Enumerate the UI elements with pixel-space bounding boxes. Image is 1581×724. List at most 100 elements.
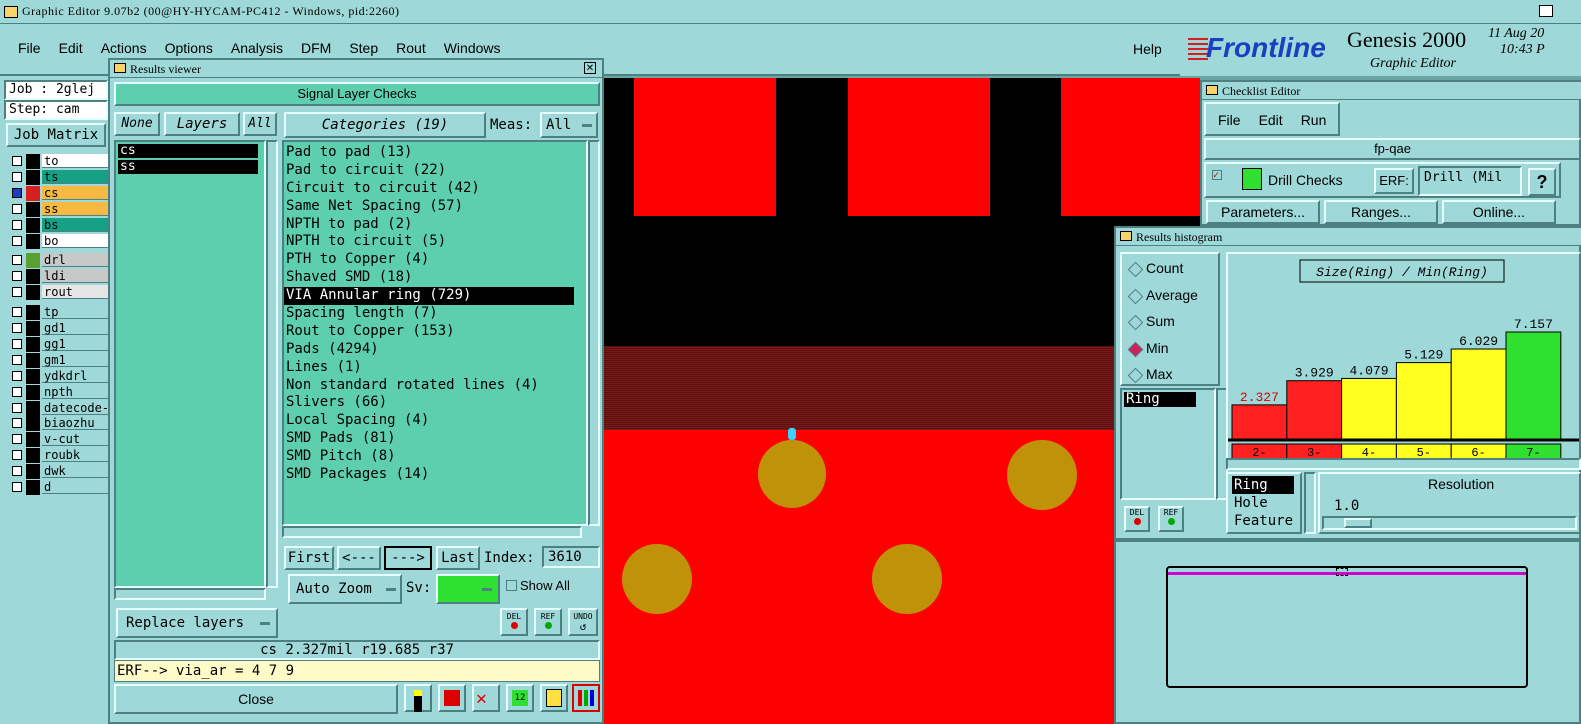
layer-checkbox[interactable]: [12, 450, 22, 461]
hist-del-button[interactable]: DEL: [1124, 506, 1150, 532]
layer-row[interactable]: gm1: [6, 352, 108, 368]
checklist-button-0[interactable]: Parameters...: [1206, 200, 1320, 224]
layer-checkbox[interactable]: [12, 219, 22, 230]
layer-checkbox[interactable]: [12, 354, 22, 365]
layer-row[interactable]: bs: [6, 217, 108, 233]
category-item[interactable]: Pad to pad (13): [284, 144, 586, 162]
replace-layers-select[interactable]: Replace layers: [116, 608, 278, 638]
layer-row[interactable]: datecode-: [6, 400, 109, 416]
category-item[interactable]: Spacing length (7): [284, 305, 586, 323]
histogram-bar[interactable]: [1395, 362, 1452, 441]
job-matrix-button[interactable]: Job Matrix: [6, 123, 106, 147]
layer-checkbox[interactable]: [12, 482, 22, 492]
window-control[interactable]: [1539, 5, 1553, 17]
histogram-hscroll[interactable]: [1226, 458, 1581, 470]
del-button[interactable]: DEL: [500, 608, 528, 636]
layer-row[interactable]: to: [6, 154, 108, 169]
category-hscroll[interactable]: [282, 526, 582, 538]
histogram-tool-icon[interactable]: [572, 684, 600, 712]
graphics-canvas[interactable]: [604, 78, 1200, 724]
layer-checkbox[interactable]: [12, 271, 22, 282]
category-item[interactable]: Same Net Spacing (57): [284, 198, 586, 216]
report-tool-icon[interactable]: [540, 684, 568, 712]
category-item[interactable]: NPTH to pad (2): [284, 216, 586, 234]
menu-rout[interactable]: Rout: [396, 40, 426, 56]
prev-button[interactable]: <---: [337, 546, 381, 570]
layer-row[interactable]: gd1: [6, 321, 108, 336]
close-icon[interactable]: ✕: [584, 62, 596, 74]
checklist-button-2[interactable]: Online...: [1442, 200, 1556, 224]
hist-list-item[interactable]: Ring: [1124, 392, 1196, 407]
category-item[interactable]: Pads (4294): [284, 341, 586, 359]
category-item[interactable]: Rout to Copper (153): [284, 323, 586, 341]
layer-row[interactable]: biaozhu: [6, 416, 108, 432]
layer-row[interactable]: drl: [6, 253, 108, 269]
histogram-bar[interactable]: [1450, 348, 1507, 441]
category-item[interactable]: Circuit to circuit (42): [284, 180, 586, 198]
layer-listbox[interactable]: cs ss: [114, 140, 266, 588]
all-layers-button[interactable]: All: [243, 112, 277, 136]
layer-checkbox[interactable]: [12, 323, 22, 333]
layer-checkbox[interactable]: [12, 386, 22, 397]
layer-row[interactable]: ts: [6, 169, 108, 185]
delete-tool-icon[interactable]: ✕: [472, 684, 500, 712]
menu-step[interactable]: Step: [349, 40, 378, 56]
categories-button[interactable]: Categories (19): [284, 112, 486, 138]
help-button[interactable]: ?: [1528, 168, 1556, 196]
resolution-slider[interactable]: [1322, 516, 1577, 530]
checklist-button-1[interactable]: Ranges...: [1324, 200, 1438, 224]
close-button[interactable]: Close: [114, 684, 398, 714]
layer-row[interactable]: gg1: [6, 336, 108, 352]
help-menu[interactable]: Help: [1133, 41, 1162, 57]
category-item[interactable]: PTH to Copper (4): [284, 251, 586, 269]
layer-checkbox[interactable]: [12, 171, 22, 182]
category-item[interactable]: Lines (1): [284, 359, 586, 377]
layer-checkbox[interactable]: [12, 370, 22, 381]
erf-field[interactable]: Drill (Mil: [1418, 166, 1522, 196]
menu-file[interactable]: File: [18, 40, 41, 56]
first-button[interactable]: First: [284, 546, 334, 570]
ref-button[interactable]: REF: [534, 608, 562, 636]
category-item[interactable]: SMD Pads (81): [284, 430, 586, 448]
slider-thumb[interactable]: [1344, 518, 1372, 528]
last-button[interactable]: Last: [436, 546, 480, 570]
attr-item[interactable]: Ring: [1232, 476, 1294, 494]
category-listbox[interactable]: Pad to pad (13) Pad to circuit (22) Circui…: [282, 140, 588, 526]
category-scrollbar[interactable]: [588, 140, 600, 526]
category-item[interactable]: Shaved SMD (18): [284, 269, 586, 287]
checklist-menu-edit[interactable]: Edit: [1259, 112, 1283, 128]
layer-checkbox[interactable]: [12, 307, 22, 318]
category-item[interactable]: VIA Annular ring (729): [284, 287, 574, 306]
show-all-checkbox[interactable]: [506, 580, 517, 591]
check-enabled-icon[interactable]: ✓: [1212, 170, 1222, 181]
checklist-menu-file[interactable]: File: [1218, 112, 1241, 128]
layer-row[interactable]: rout: [6, 285, 108, 301]
result-layer-item[interactable]: ss: [118, 160, 258, 174]
layer-checkbox[interactable]: [12, 156, 22, 166]
layer-row[interactable]: cs: [6, 185, 108, 201]
menu-analysis[interactable]: Analysis: [231, 40, 283, 56]
hist-ref-button[interactable]: REF: [1158, 506, 1184, 532]
layer-checkbox[interactable]: [12, 418, 22, 429]
layer-row[interactable]: roubk: [6, 448, 108, 464]
layer-checkbox[interactable]: [12, 187, 22, 198]
highlight-tool-icon[interactable]: [404, 684, 432, 712]
menu-dfm[interactable]: DFM: [301, 40, 331, 56]
category-item[interactable]: Non standard rotated lines (4): [284, 377, 586, 395]
category-item[interactable]: SMD Pitch (8): [284, 448, 586, 466]
undo-button[interactable]: UNDO ↺: [568, 608, 598, 636]
result-layer-item[interactable]: cs: [118, 144, 258, 158]
layer-row[interactable]: bo: [6, 233, 108, 249]
menu-windows[interactable]: Windows: [444, 40, 501, 56]
layer-checkbox[interactable]: [12, 402, 22, 413]
layer-checkbox[interactable]: [12, 287, 22, 298]
histogram-bar[interactable]: [1231, 404, 1288, 441]
category-item[interactable]: NPTH to circuit (5): [284, 233, 586, 251]
layer-row[interactable]: d: [6, 480, 108, 495]
layer-listbox-hscroll[interactable]: [114, 588, 266, 600]
auto-zoom-select[interactable]: Auto Zoom: [288, 574, 402, 604]
layer-row[interactable]: v-cut: [6, 432, 108, 448]
attr-item[interactable]: Feature: [1232, 512, 1300, 530]
attr-item[interactable]: Hole: [1232, 494, 1300, 512]
layer-listbox-scrollbar[interactable]: [266, 140, 278, 588]
